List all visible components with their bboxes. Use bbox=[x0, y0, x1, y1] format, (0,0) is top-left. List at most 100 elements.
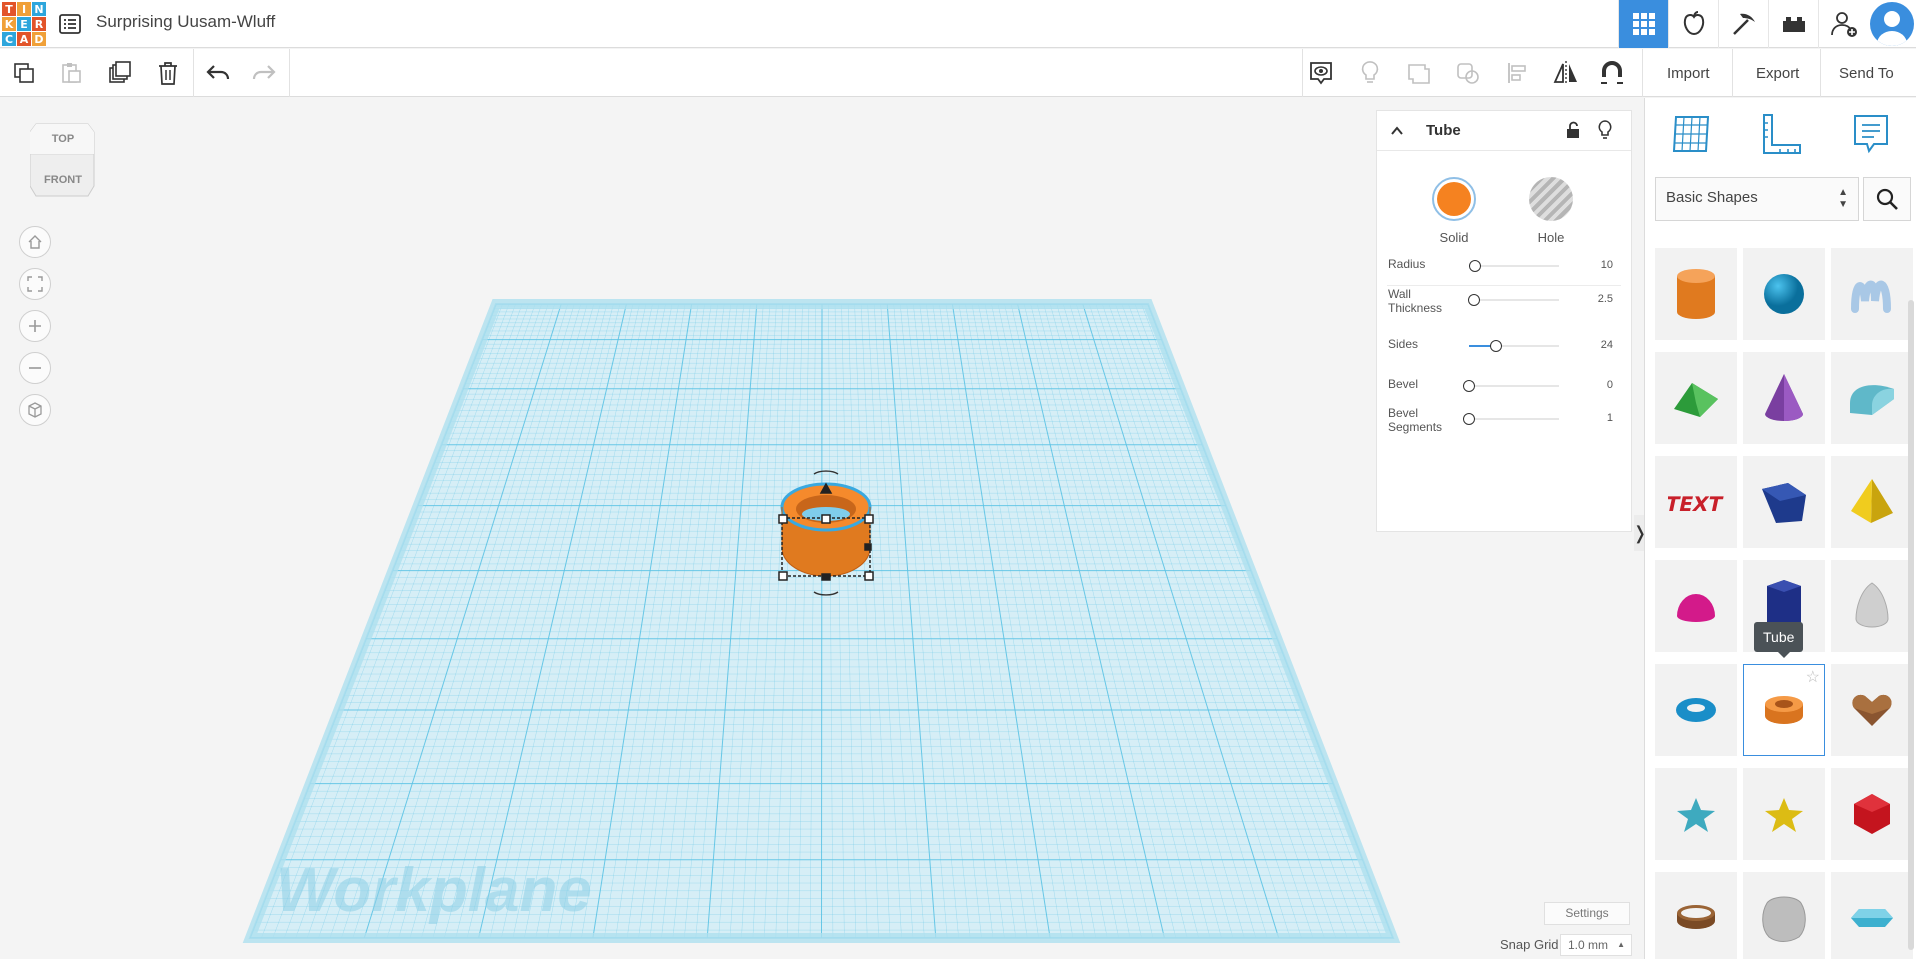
hole-label: Hole bbox=[1537, 230, 1565, 245]
shape-item-box-rotated[interactable] bbox=[1743, 456, 1825, 548]
shape-item-cylinder[interactable] bbox=[1655, 248, 1737, 340]
shape-item-star-yellow[interactable] bbox=[1743, 768, 1825, 860]
prop-slider[interactable] bbox=[1463, 380, 1559, 392]
shape-item-icosahedron[interactable] bbox=[1831, 768, 1913, 860]
star-yellow-icon bbox=[1765, 798, 1803, 832]
prop-slider[interactable] bbox=[1469, 340, 1559, 352]
paste-button[interactable] bbox=[55, 57, 87, 89]
import-button[interactable]: Import bbox=[1659, 57, 1718, 89]
bricks-button[interactable] bbox=[1768, 0, 1818, 48]
zoom-in-button[interactable] bbox=[19, 310, 51, 342]
align-button[interactable] bbox=[1501, 57, 1533, 89]
cruise-button[interactable] bbox=[1596, 57, 1628, 89]
shape-item-paraboloid[interactable] bbox=[1831, 560, 1913, 652]
slider-knob[interactable] bbox=[1467, 294, 1480, 306]
group-button[interactable] bbox=[1403, 57, 1435, 89]
tube-object[interactable] bbox=[780, 482, 872, 577]
paste-icon bbox=[62, 63, 81, 83]
blocks-button[interactable] bbox=[1718, 0, 1768, 48]
user-avatar-icon bbox=[1877, 11, 1907, 46]
hide-button[interactable] bbox=[1354, 57, 1386, 89]
design-list-icon[interactable] bbox=[58, 12, 82, 36]
prop-value[interactable]: 24 bbox=[1601, 339, 1613, 351]
magnet-icon bbox=[1601, 61, 1623, 84]
shape-item-roof[interactable] bbox=[1655, 352, 1737, 444]
favorite-star-icon[interactable]: ☆ bbox=[1806, 667, 1820, 687]
undo-icon bbox=[206, 65, 230, 80]
notes-tool-button[interactable] bbox=[1849, 112, 1893, 156]
slider-knob[interactable] bbox=[1490, 340, 1502, 352]
sort-caret-icon: ▲ ▼ bbox=[1838, 187, 1848, 210]
hole-swatch[interactable] bbox=[1529, 177, 1573, 221]
ruler-tool-button[interactable] bbox=[1759, 112, 1803, 156]
solid-color-swatch[interactable] bbox=[1432, 177, 1476, 221]
prop-value[interactable]: 10 bbox=[1601, 259, 1613, 271]
home-view-button[interactable] bbox=[19, 226, 51, 258]
shape-inspector: Tube Solid Hole Radius 10 Wall Thickness 2.… bbox=[1376, 110, 1632, 532]
view-cube[interactable]: TOP FRONT bbox=[29, 122, 96, 198]
shape-item-sphere[interactable] bbox=[1743, 248, 1825, 340]
zoom-out-button[interactable] bbox=[19, 352, 51, 384]
shape-item-pyramid[interactable] bbox=[1831, 456, 1913, 548]
ungroup-button[interactable] bbox=[1452, 57, 1484, 89]
edit-toolbar: Import Export Send To bbox=[0, 49, 1916, 97]
shape-item-ring[interactable] bbox=[1655, 872, 1737, 959]
sphere-icon bbox=[1764, 274, 1804, 314]
logo-letter: E bbox=[17, 17, 31, 31]
tinkercad-logo[interactable]: TIN KER CAD bbox=[2, 2, 46, 46]
shape-item-cone[interactable] bbox=[1743, 352, 1825, 444]
shape-item-star[interactable] bbox=[1655, 768, 1737, 860]
fit-view-button[interactable] bbox=[19, 268, 51, 300]
shape-category-value: Basic Shapes bbox=[1666, 189, 1758, 206]
avatar[interactable] bbox=[1870, 2, 1914, 46]
3d-design-view-button[interactable] bbox=[1618, 0, 1668, 48]
pickaxe-icon bbox=[1732, 13, 1755, 35]
ring-icon bbox=[1677, 905, 1715, 929]
send-to-button[interactable]: Send To bbox=[1831, 57, 1902, 89]
ortho-view-button[interactable] bbox=[19, 394, 51, 426]
shape-search-button[interactable] bbox=[1863, 177, 1911, 221]
home-icon bbox=[28, 235, 42, 249]
sim-lab-button[interactable] bbox=[1668, 0, 1718, 48]
logo-letter: I bbox=[17, 2, 31, 16]
prop-slider[interactable] bbox=[1467, 294, 1559, 306]
mirror-button[interactable] bbox=[1550, 57, 1582, 89]
slider-knob[interactable] bbox=[1463, 413, 1475, 425]
settings-button[interactable]: Settings bbox=[1544, 902, 1630, 925]
prop-value[interactable]: 0 bbox=[1607, 379, 1613, 391]
design-title[interactable]: Surprising Uusam-Wluff bbox=[96, 12, 275, 32]
prop-slider[interactable] bbox=[1463, 413, 1559, 425]
prop-value[interactable]: 1 bbox=[1607, 412, 1613, 424]
shape-item-torus[interactable] bbox=[1655, 664, 1737, 756]
snap-grid-select[interactable]: 1.0 mm ▲ bbox=[1560, 934, 1632, 956]
duplicate-button[interactable] bbox=[104, 57, 136, 89]
redo-button[interactable] bbox=[248, 57, 280, 89]
shape-item-hexagon-flat[interactable] bbox=[1831, 872, 1913, 959]
slider-knob[interactable] bbox=[1469, 260, 1482, 272]
prop-value[interactable]: 2.5 bbox=[1598, 293, 1613, 305]
unlock-icon[interactable] bbox=[1565, 121, 1581, 139]
prop-slider[interactable] bbox=[1469, 260, 1559, 272]
shape-item-text[interactable]: TEXT bbox=[1655, 456, 1737, 548]
slider-knob[interactable] bbox=[1463, 380, 1475, 392]
workplane-tool-button[interactable] bbox=[1669, 112, 1713, 156]
delete-button[interactable] bbox=[152, 57, 184, 89]
lightbulb-icon[interactable] bbox=[1597, 120, 1613, 140]
undo-button[interactable] bbox=[202, 57, 234, 89]
shape-item-rounded-box[interactable] bbox=[1743, 872, 1825, 959]
svg-text:TEXT: TEXT bbox=[1668, 492, 1724, 516]
show-all-button[interactable] bbox=[1305, 57, 1337, 89]
shape-item-round-roof[interactable] bbox=[1831, 352, 1913, 444]
caret-up-icon: ▲ bbox=[1617, 940, 1625, 949]
shape-category-select[interactable]: Basic Shapes ▲ ▼ bbox=[1655, 177, 1859, 221]
shape-item-tube[interactable]: ☆ bbox=[1743, 664, 1825, 756]
chevron-up-icon[interactable] bbox=[1390, 124, 1404, 138]
shapes-scrollbar[interactable] bbox=[1908, 300, 1914, 950]
export-button[interactable]: Export bbox=[1748, 57, 1807, 89]
tube-icon bbox=[1765, 696, 1803, 724]
shape-item-scribble[interactable] bbox=[1831, 248, 1913, 340]
copy-button[interactable] bbox=[8, 57, 40, 89]
invite-user-button[interactable] bbox=[1818, 0, 1868, 48]
shape-item-half-sphere[interactable] bbox=[1655, 560, 1737, 652]
shape-item-heart[interactable] bbox=[1831, 664, 1913, 756]
